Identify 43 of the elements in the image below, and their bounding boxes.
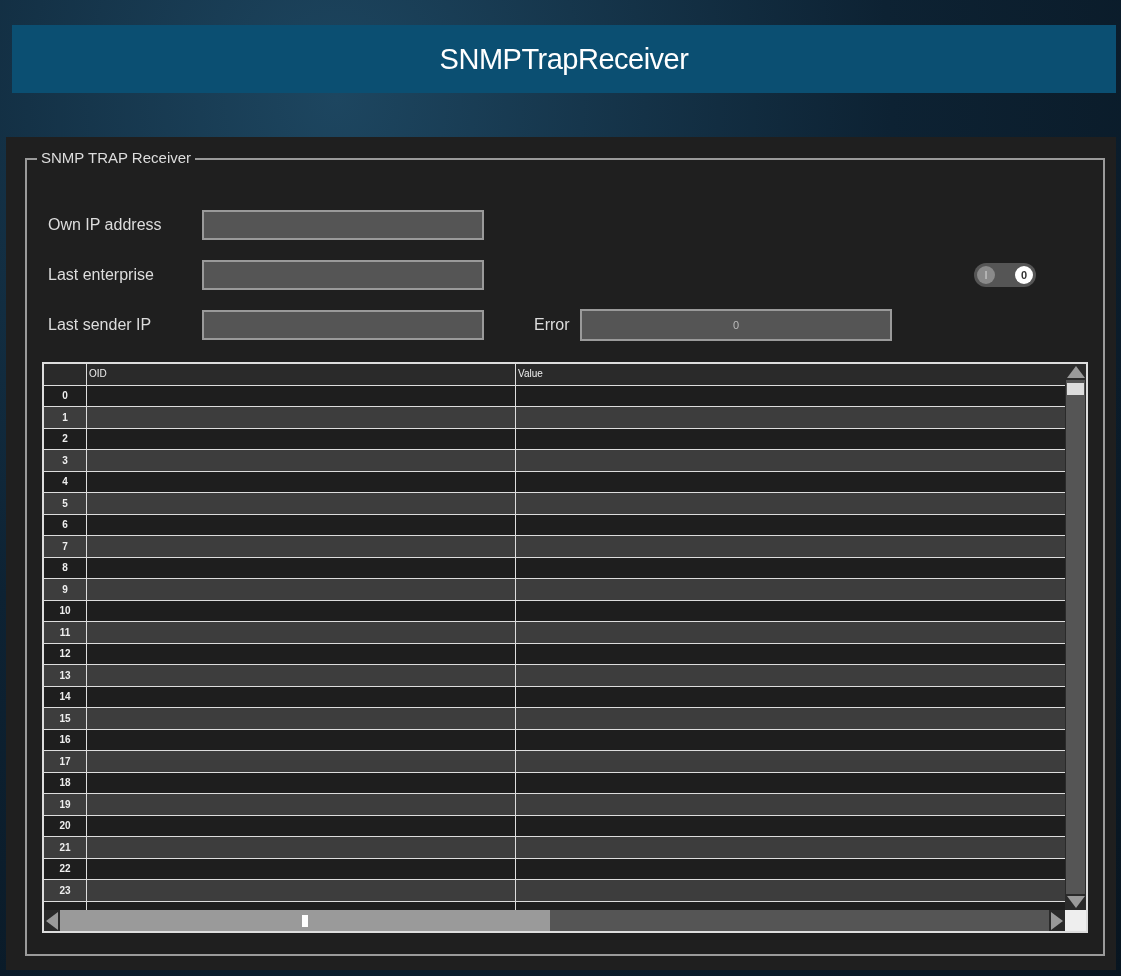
input-field[interactable] [202, 210, 484, 240]
group-title: SNMP TRAP Receiver [37, 149, 196, 166]
input-field[interactable] [202, 310, 484, 340]
row-number: 6 [44, 514, 87, 535]
row-number: 11 [44, 622, 87, 643]
window-title: SNMPTrapReceiver [439, 42, 689, 76]
row-number: 12 [44, 643, 87, 664]
scroll-corner [1065, 910, 1086, 931]
row-number: 14 [44, 686, 87, 707]
error-label: Error [534, 316, 571, 334]
grip-icon [302, 915, 308, 927]
scroll-thumb[interactable] [60, 910, 550, 931]
row-number: 22 [44, 858, 87, 879]
row-number: 5 [44, 493, 87, 514]
row-number: 4 [44, 471, 87, 492]
row-number: 7 [44, 536, 87, 557]
row-number: 3 [44, 450, 87, 471]
row-number: 20 [44, 815, 87, 836]
vertical-scrollbar[interactable] [1065, 364, 1086, 910]
row-number: 13 [44, 665, 87, 686]
row-number: 10 [44, 600, 87, 621]
row-number: 16 [44, 729, 87, 750]
horizontal-scrollbar[interactable] [44, 910, 1065, 931]
row-number: 23 [44, 880, 87, 901]
row-number: 9 [44, 579, 87, 600]
field-label: Own IP address [48, 216, 163, 234]
row-number: 17 [44, 751, 87, 772]
row-number: 0 [44, 385, 87, 406]
row-number: 2 [44, 428, 87, 449]
row-number: 18 [44, 772, 87, 793]
field-label: Last sender IP [48, 316, 153, 334]
off-label: 0 [1015, 266, 1033, 284]
row-number: 15 [44, 708, 87, 729]
column-header[interactable]: OID [87, 364, 516, 385]
field-label: Last enterprise [48, 266, 155, 284]
error-field: 0 [580, 309, 892, 341]
row-number: 1 [44, 407, 87, 428]
scroll-thumb[interactable] [1067, 383, 1084, 395]
row-number: 19 [44, 794, 87, 815]
column-header[interactable]: Value [516, 364, 1065, 385]
row-number: 8 [44, 557, 87, 578]
row-number: 21 [44, 837, 87, 858]
input-field[interactable] [202, 260, 484, 290]
